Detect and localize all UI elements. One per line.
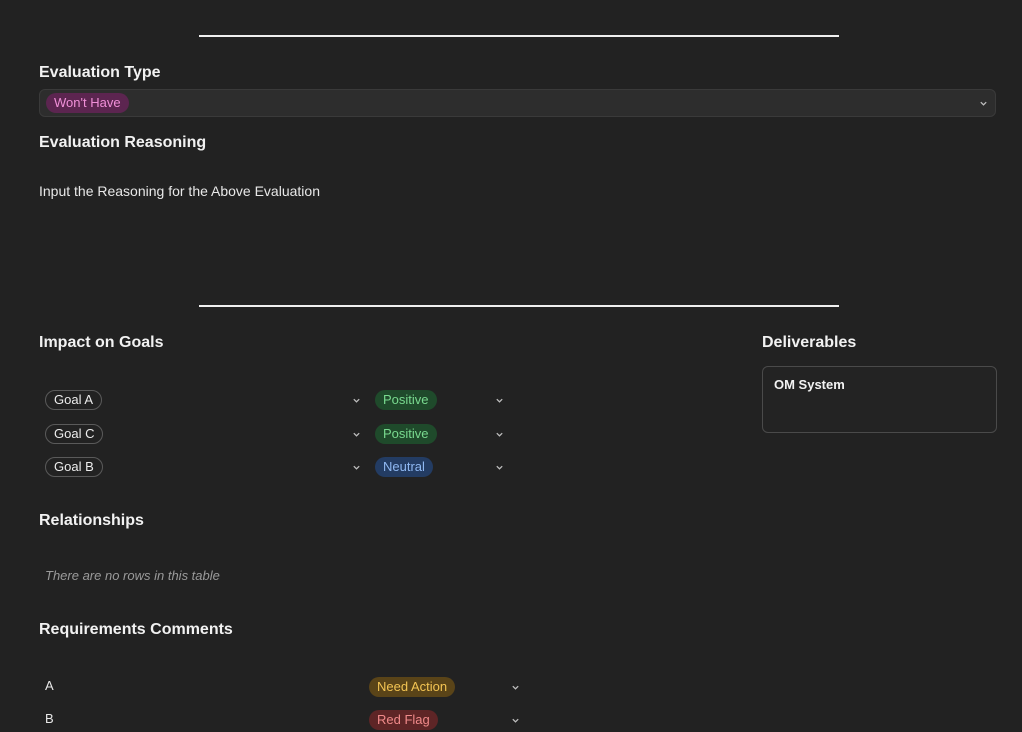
evaluation-type-label: Evaluation Type bbox=[39, 64, 161, 81]
chevron-down-icon[interactable] bbox=[977, 97, 989, 109]
evaluation-reasoning-label: Evaluation Reasoning bbox=[39, 134, 207, 151]
goal-tag[interactable]: Goal A bbox=[45, 390, 103, 410]
relationships-empty-text: There are no rows in this table bbox=[45, 568, 220, 583]
deliverable-card-title: OM System bbox=[774, 377, 845, 392]
requirement-status-tag[interactable]: Need Action bbox=[369, 677, 456, 697]
impact-tag[interactable]: Positive bbox=[375, 390, 437, 410]
divider-top bbox=[199, 35, 839, 37]
goal-tag[interactable]: Goal C bbox=[45, 424, 104, 444]
requirement-status-tag[interactable]: Red Flag bbox=[369, 710, 438, 730]
chevron-down-icon[interactable] bbox=[493, 461, 505, 473]
chevron-down-icon[interactable] bbox=[509, 714, 521, 726]
chevron-down-icon[interactable] bbox=[493, 394, 505, 406]
chevron-down-icon[interactable] bbox=[350, 428, 362, 440]
requirement-name[interactable]: A bbox=[45, 678, 54, 693]
impact-on-goals-title: Impact on Goals bbox=[39, 334, 164, 351]
requirements-comments-title: Requirements Comments bbox=[39, 621, 233, 638]
deliverables-title: Deliverables bbox=[762, 334, 857, 351]
chevron-down-icon[interactable] bbox=[350, 461, 362, 473]
divider-middle bbox=[199, 305, 839, 307]
chevron-down-icon[interactable] bbox=[350, 394, 362, 406]
relationships-title: Relationships bbox=[39, 512, 144, 529]
chevron-down-icon[interactable] bbox=[493, 428, 505, 440]
deliverable-card[interactable]: OM System bbox=[762, 366, 997, 433]
impact-tag[interactable]: Positive bbox=[375, 424, 437, 444]
evaluation-type-tag: Won't Have bbox=[46, 93, 129, 113]
requirement-name[interactable]: B bbox=[45, 711, 54, 726]
evaluation-reasoning-text[interactable]: Input the Reasoning for the Above Evalua… bbox=[39, 183, 320, 199]
impact-tag[interactable]: Neutral bbox=[375, 457, 433, 477]
goal-tag[interactable]: Goal B bbox=[45, 457, 103, 477]
evaluation-type-select[interactable]: Won't Have bbox=[39, 89, 996, 117]
chevron-down-icon[interactable] bbox=[509, 681, 521, 693]
